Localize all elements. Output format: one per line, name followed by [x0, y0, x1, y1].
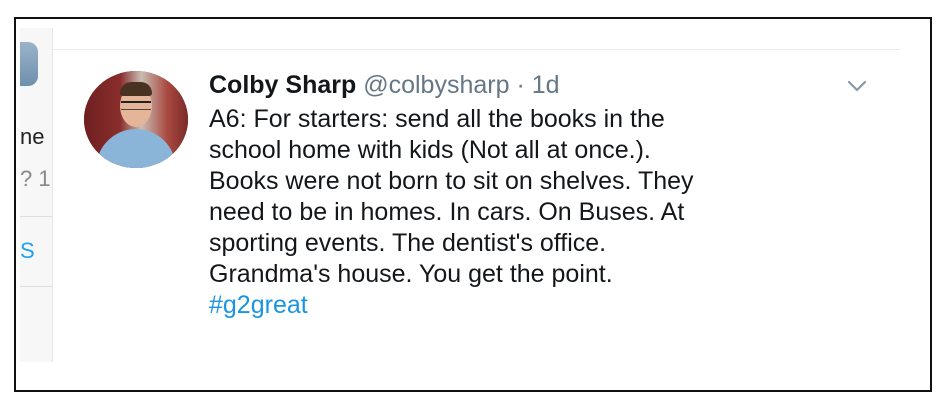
chevron-down-icon[interactable] — [846, 78, 868, 94]
tweet-line: Books were not born to sit on shelves. T… — [209, 167, 694, 195]
hashtag-link[interactable]: #g2great — [209, 290, 869, 321]
tweet-line: need to be in homes. In cars. On Buses. … — [209, 198, 685, 226]
previous-meta-fragment: ? 1 — [20, 166, 51, 191]
author-name[interactable]: Colby Sharp — [209, 71, 356, 99]
header-dot: · — [516, 71, 525, 99]
tweet-time[interactable]: 1d — [532, 71, 560, 99]
previous-link-fragment[interactable]: S — [20, 238, 35, 264]
divider — [20, 286, 52, 287]
divider — [20, 216, 52, 217]
author-handle[interactable]: @colbysharp — [363, 71, 509, 99]
tweet-line: Grandma's house. You get the point. — [209, 260, 613, 288]
previous-name-fragment: ne — [20, 124, 45, 149]
avatar[interactable] — [84, 71, 188, 168]
tweet-line: sporting events. The dentist's office. — [209, 229, 607, 257]
tweet-text: A6: For starters: send all the books in … — [209, 104, 869, 321]
tweet-line: school home with kids (Not all at once.)… — [209, 136, 651, 164]
previous-avatar-fragment — [20, 42, 38, 86]
tweet-separator — [52, 49, 900, 50]
previous-tweet-strip: ne ? 1 S — [20, 28, 53, 362]
tweet: Colby Sharp @colbysharp · 1d A6: For sta… — [209, 70, 869, 321]
tweet-header: Colby Sharp @colbysharp · 1d — [209, 70, 869, 100]
tweet-line: A6: For starters: send all the books in … — [209, 105, 665, 133]
